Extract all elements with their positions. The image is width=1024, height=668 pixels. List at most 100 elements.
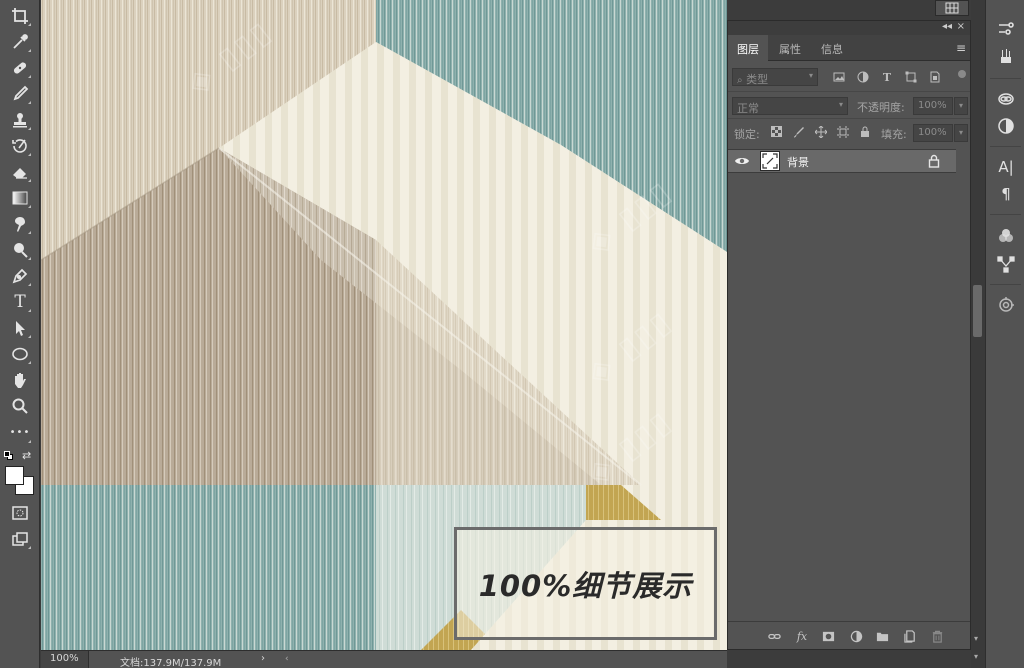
pen-icon[interactable] — [8, 265, 32, 287]
layer-name[interactable]: 背景 — [787, 154, 809, 170]
layers-panel-footer: fx — [728, 621, 970, 649]
link-layers-icon[interactable] — [767, 629, 781, 643]
crop-icon[interactable] — [8, 5, 32, 27]
transform-corners-icon — [762, 153, 778, 169]
dock-separator — [990, 284, 1021, 285]
detail-caption: 100%细节展示 — [478, 568, 693, 603]
grid-toggle-button[interactable] — [935, 0, 969, 16]
hand-icon[interactable] — [8, 369, 32, 391]
layers-panel: ◂◂ × 图层 属性 信息 ≡ ⌕ 类型 ▾ T 正常 ▾ 不透明度: 100%… — [727, 20, 971, 650]
lock-artboard-icon[interactable] — [836, 125, 850, 139]
fill-label: 填充: — [881, 128, 907, 141]
zoom-level-field[interactable]: 100% — [41, 651, 89, 668]
image-filter-icon[interactable] — [832, 70, 846, 84]
eye-icon[interactable] — [734, 154, 750, 168]
ellipse-icon[interactable] — [8, 343, 32, 365]
filter-kind-select[interactable]: ⌕ 类型 ▾ — [732, 68, 818, 86]
scrollbar-thumb[interactable] — [973, 285, 982, 337]
blend-mode-select[interactable]: 正常 ▾ — [732, 97, 848, 115]
layer-row[interactable]: 背景 — [728, 149, 956, 173]
filter-kind-label: 类型 — [746, 73, 769, 86]
quick-mask-icon[interactable] — [8, 502, 32, 524]
lock-image-pixels-icon[interactable] — [792, 125, 806, 139]
opacity-dropdown-icon[interactable]: ▾ — [954, 97, 968, 115]
fill-dropdown-icon[interactable]: ▾ — [954, 124, 968, 142]
adjustment-filter-icon[interactable] — [856, 70, 870, 84]
chevron-down-icon: ▾ — [838, 100, 843, 109]
collapse-panel-icon[interactable]: ◂◂ — [942, 21, 952, 32]
fx-icon[interactable]: fx — [795, 629, 809, 643]
doc-size-info: 文档:137.9M/137.9M — [120, 658, 222, 668]
paragraph-icon[interactable]: ¶ — [995, 183, 1017, 205]
tab-info[interactable]: 信息 — [812, 35, 852, 61]
paths-icon[interactable] — [995, 253, 1017, 275]
photoshop-window: T ••• ⇄ ◈ ▯▯▯ ◈ ▯▯▯ ◈ ▯▯▯ ◈ ▯▯▯ 100%细节展示… — [0, 0, 1024, 668]
document-canvas[interactable]: ◈ ▯▯▯ ◈ ▯▯▯ ◈ ▯▯▯ ◈ ▯▯▯ 100%细节展示 — [41, 0, 727, 650]
swap-colors-icon[interactable]: ⇄ — [22, 449, 31, 462]
blend-row: 正常 ▾ 不透明度: 100% ▾ — [728, 93, 970, 119]
smart-object-filter-icon[interactable] — [928, 70, 942, 84]
stamp-icon[interactable] — [8, 109, 32, 131]
dock-separator — [990, 146, 1021, 147]
dock-separator — [990, 78, 1021, 79]
arrow-cursor-icon[interactable] — [8, 317, 32, 339]
type-icon[interactable]: T — [8, 291, 32, 313]
close-panel-icon[interactable]: × — [957, 21, 965, 32]
brush-settings-icon[interactable] — [995, 18, 1017, 40]
lock-transparent-pixels-icon[interactable] — [770, 125, 784, 139]
search-icon: ⌕ — [737, 75, 743, 86]
fill-input[interactable]: 100% — [913, 124, 953, 142]
panel-dock: A| ¶ — [985, 0, 1024, 668]
lock-all-icon[interactable] — [858, 125, 872, 139]
chevron-down-icon: ▾ — [808, 71, 813, 80]
shape-filter-icon[interactable] — [904, 70, 918, 84]
libraries-icon[interactable] — [995, 88, 1017, 110]
new-adjustment-icon[interactable] — [849, 629, 863, 643]
brushes-icon[interactable] — [995, 45, 1017, 67]
history-brush-icon[interactable] — [8, 135, 32, 157]
ellipsis-icon[interactable]: ••• — [8, 422, 32, 444]
scroll-down-icon[interactable]: ▾ — [974, 634, 978, 643]
type-glyph: T — [14, 291, 26, 312]
scroll-left-icon[interactable]: ‹ — [285, 654, 289, 664]
filter-toggle-dot[interactable] — [958, 70, 966, 78]
horizontal-scrollbar[interactable]: ‹ — [277, 652, 727, 667]
blend-mode-value: 正常 — [737, 102, 759, 115]
smudge-icon[interactable] — [8, 213, 32, 235]
layer-lock-icon — [928, 154, 940, 168]
trash-icon[interactable] — [930, 629, 944, 643]
tab-layers[interactable]: 图层 — [728, 35, 768, 61]
eraser-icon[interactable] — [8, 161, 32, 183]
lock-row: 锁定: 填充: 100% ▾ — [728, 120, 970, 146]
channels-icon[interactable] — [995, 225, 1017, 247]
dodge-icon[interactable] — [8, 239, 32, 261]
screen-mode-icon[interactable] — [8, 528, 32, 550]
panel-menu-icon[interactable]: ≡ — [956, 41, 966, 55]
brush-icon[interactable] — [8, 83, 32, 105]
new-group-icon[interactable] — [875, 629, 889, 643]
add-mask-icon[interactable] — [821, 629, 835, 643]
status-menu-arrow[interactable]: › — [261, 653, 265, 664]
scroll-down-icon[interactable]: ▾ — [974, 652, 978, 661]
tab-properties[interactable]: 属性 — [770, 35, 810, 61]
gradient-icon[interactable] — [8, 187, 32, 209]
magnifier-icon[interactable] — [8, 395, 32, 417]
character-icon[interactable]: A| — [995, 156, 1017, 178]
type-filter-icon[interactable]: T — [880, 70, 894, 84]
new-layer-icon[interactable] — [903, 629, 917, 643]
lock-position-icon[interactable] — [814, 125, 828, 139]
status-bar: 100% 文档:137.9M/137.9M › ‹ — [41, 650, 727, 668]
bandage-icon[interactable] — [8, 57, 32, 79]
panel-scrollbar[interactable]: ▾ ▾ — [971, 0, 985, 668]
opacity-label: 不透明度: — [857, 101, 905, 114]
default-colors-icon[interactable] — [4, 451, 14, 461]
more-glyph: ••• — [9, 427, 31, 438]
eyedropper-icon[interactable] — [8, 31, 32, 53]
opacity-input[interactable]: 100% — [913, 97, 953, 115]
tools-panel: T ••• ⇄ — [0, 0, 40, 668]
lock-label: 锁定: — [734, 128, 760, 141]
foreground-color-swatch[interactable] — [5, 466, 24, 485]
adjustments-icon[interactable] — [995, 115, 1017, 137]
clone-source-icon[interactable] — [995, 294, 1017, 316]
layer-thumbnail — [760, 151, 780, 171]
